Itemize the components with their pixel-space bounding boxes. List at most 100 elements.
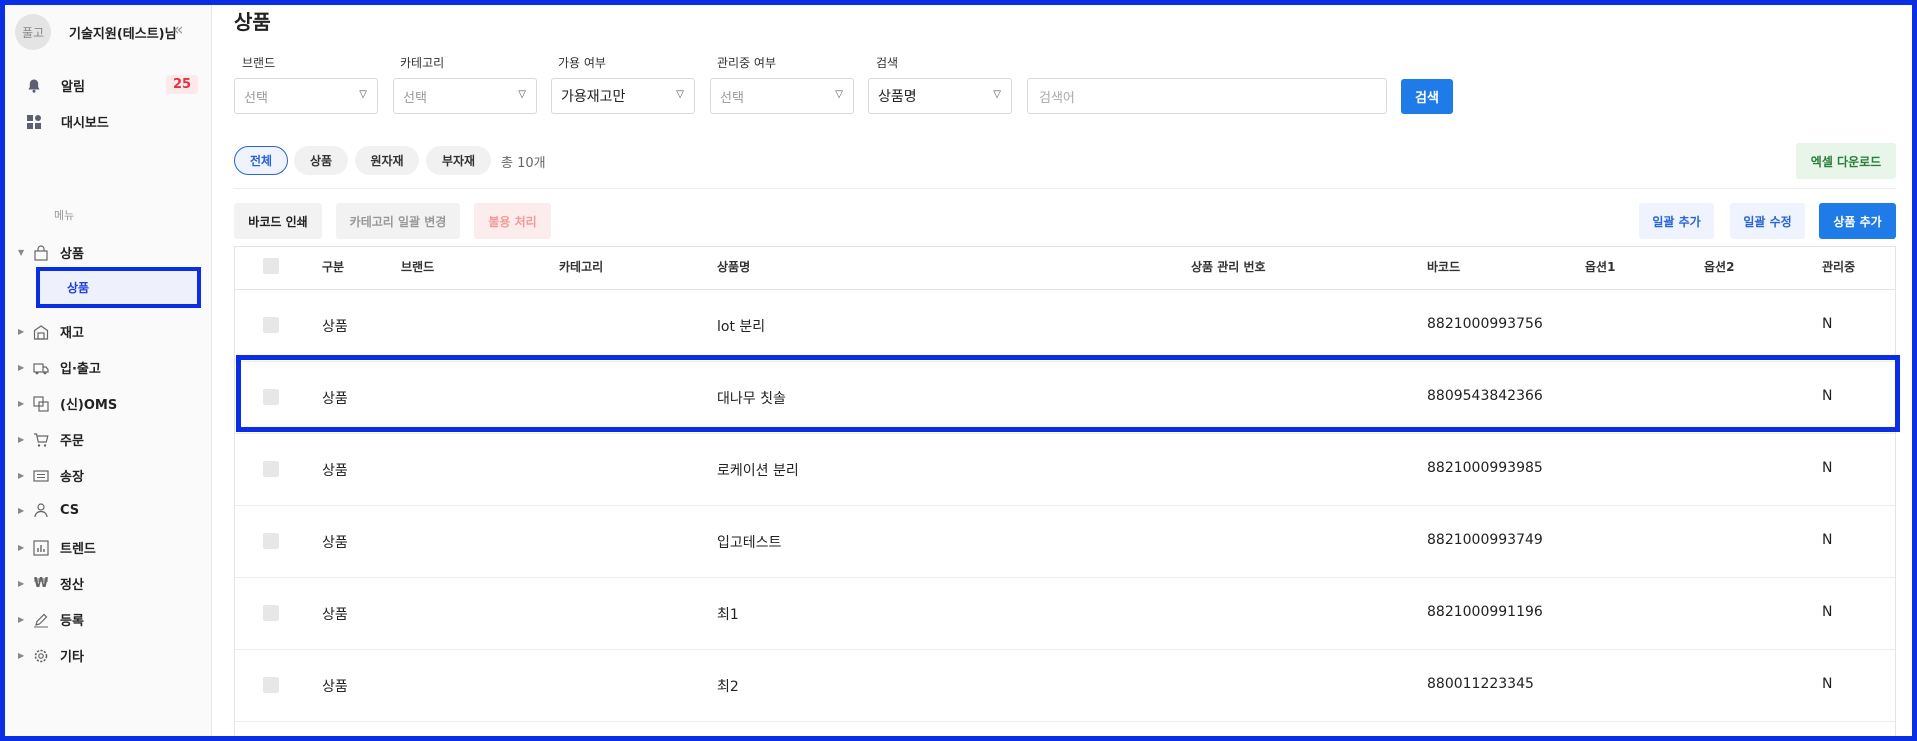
caret-right-icon: ▶	[18, 435, 25, 444]
cell-name: lot 분리	[717, 319, 766, 335]
sidebar-item-oms[interactable]: ▶ (신)OMS	[18, 394, 117, 413]
row-checkbox[interactable]	[263, 533, 279, 549]
cell-barcode: 880011223345	[1427, 676, 1534, 692]
col-header-category[interactable]: 카테고리	[559, 258, 603, 275]
sidebar-item-register[interactable]: ▶ 등록	[18, 610, 84, 629]
sidebar-item-inout[interactable]: ▶ 입·출고	[18, 358, 101, 377]
sidebar-item-dashboard[interactable]: 대시보드	[25, 112, 109, 131]
cell-managed: N	[1822, 532, 1833, 548]
dashboard-icon	[25, 113, 43, 131]
search-field-select[interactable]: 상품명 ▽	[868, 78, 1012, 114]
category-select[interactable]: 선택 ▽	[393, 78, 537, 114]
cart-icon	[32, 432, 50, 448]
cell-managed: N	[1822, 604, 1833, 620]
chip-all[interactable]: 전체	[234, 146, 288, 175]
cell-type: 상품	[322, 535, 348, 551]
sidebar-item-alerts[interactable]: 알림	[25, 76, 85, 95]
defect-button[interactable]: 불용 처리	[474, 203, 551, 239]
col-header-type[interactable]: 구분	[322, 258, 344, 275]
table-row[interactable]: 상품 최1 8821000991196 N	[235, 578, 1895, 650]
sidebar-item-orders[interactable]: ▶ 주문	[18, 430, 84, 449]
col-header-brand[interactable]: 브랜드	[401, 258, 434, 275]
caret-right-icon: ▶	[18, 505, 25, 515]
sidebar-item-label: 정산	[60, 578, 84, 593]
excel-download-button[interactable]: 엑셀 다운로드	[1796, 143, 1896, 179]
chip-product[interactable]: 상품	[294, 146, 348, 175]
col-header-code[interactable]: 상품 관리 번호	[1191, 258, 1266, 275]
col-header-barcode[interactable]: 바코드	[1427, 258, 1460, 275]
sidebar-item-label: 송장	[60, 470, 84, 485]
table-row[interactable]: 상품 최2 880011223345 N	[235, 650, 1895, 722]
cell-name: 로케이션 분리	[717, 463, 799, 479]
row-checkbox[interactable]	[263, 461, 279, 477]
chip-raw-material[interactable]: 원자재	[355, 146, 419, 175]
sidebar-item-cs[interactable]: ▶ CS	[18, 502, 79, 518]
sidebar-item-etc[interactable]: ▶ 기타	[18, 646, 84, 665]
search-input[interactable]: 검색어	[1027, 78, 1387, 114]
category-bulk-change-button[interactable]: 카테고리 일괄 변경	[336, 203, 460, 239]
chip-sub-material[interactable]: 부자재	[426, 146, 491, 175]
chevron-down-icon: ▽	[359, 89, 367, 100]
barcode-print-button[interactable]: 바코드 인쇄	[234, 203, 322, 239]
row-checkbox[interactable]	[263, 317, 279, 333]
caret-down-icon: ▼	[18, 248, 25, 257]
select-all-checkbox[interactable]	[263, 258, 279, 274]
brand-filter-label: 브랜드	[242, 56, 276, 70]
bulk-edit-button[interactable]: 일괄 수정	[1730, 203, 1805, 239]
table-row[interactable]: 상품 로케이션 분리 8821000993985 N	[235, 434, 1895, 506]
col-header-option2[interactable]: 옵션2	[1704, 258, 1734, 275]
avatar[interactable]: 풀고	[15, 14, 51, 50]
search-button[interactable]: 검색	[1401, 79, 1453, 114]
availability-select[interactable]: 가용재고만 ▽	[551, 78, 695, 114]
sidebar-item-label: CS	[60, 502, 80, 518]
availability-select-value: 가용재고만	[561, 89, 626, 105]
sidebar-item-products[interactable]: ▼ 상품	[18, 243, 84, 262]
category-filter-label: 카테고리	[400, 56, 445, 70]
collapse-sidebar-icon[interactable]: ‹‹	[173, 20, 183, 40]
cell-type: 상품	[322, 679, 348, 695]
table-row[interactable]: 상품 lot 분리 8821000993756 N	[235, 290, 1895, 362]
sidebar-item-trend[interactable]: ▶ 트렌드	[18, 538, 96, 557]
cell-barcode: 8821000993985	[1427, 460, 1543, 476]
sidebar-item-settlement[interactable]: ▶ ₩ 정산	[18, 574, 84, 593]
sidebar-item-inventory[interactable]: ▶ 재고	[18, 322, 84, 341]
chevron-down-icon: ▽	[993, 89, 1001, 100]
sidebar-item-label: 등록	[60, 614, 84, 629]
availability-filter-label: 가용 여부	[558, 56, 606, 70]
caret-right-icon: ▶	[18, 399, 25, 408]
sidebar-item-label: 입·출고	[60, 362, 101, 377]
sidebar-subitem-products[interactable]: 상품	[36, 267, 201, 308]
sidebar-item-label: 기타	[60, 650, 84, 665]
cell-managed: N	[1822, 676, 1833, 692]
brand-select[interactable]: 선택 ▽	[234, 78, 378, 114]
sidebar-item-label: 재고	[60, 326, 84, 341]
caret-right-icon: ▶	[18, 363, 25, 372]
sidebar-item-label: 대시보드	[61, 116, 109, 131]
managed-select[interactable]: 선택 ▽	[710, 78, 854, 114]
user-name[interactable]: 기술지원(테스트)님	[69, 23, 177, 42]
warehouse-icon	[32, 324, 50, 340]
cell-barcode: 8821000993749	[1427, 532, 1543, 548]
chevron-down-icon: ▽	[835, 89, 843, 100]
sidebar-item-label: 알림	[61, 80, 85, 95]
col-header-option1[interactable]: 옵션1	[1585, 258, 1615, 275]
row-checkbox[interactable]	[263, 677, 279, 693]
table-row[interactable]: 상품 입고테스트 8821000993749 N	[235, 506, 1895, 578]
col-header-managed[interactable]: 관리중	[1822, 258, 1855, 275]
add-product-button[interactable]: 상품 추가	[1819, 203, 1896, 239]
search-field-value: 상품명	[878, 89, 917, 105]
bulk-add-button[interactable]: 일괄 추가	[1639, 203, 1714, 239]
cell-type: 상품	[322, 319, 348, 335]
sidebar-item-invoice[interactable]: ▶ 송장	[18, 466, 84, 485]
menu-section-title: 메뉴	[54, 209, 75, 222]
chevron-down-icon: ▽	[676, 89, 684, 100]
bell-icon	[25, 77, 43, 95]
chart-icon	[32, 539, 50, 556]
cell-managed: N	[1822, 316, 1833, 332]
row-checkbox[interactable]	[263, 605, 279, 621]
sidebar-item-label: 트렌드	[60, 542, 96, 557]
category-select-value: 선택	[403, 90, 427, 106]
col-header-name[interactable]: 상품명	[717, 258, 750, 275]
alert-count-badge: 25	[166, 75, 199, 94]
sidebar: 풀고 기술지원(테스트)님 ‹‹ 알림 25 대시보드 메뉴 ▼ 상품 상품 ▶…	[0, 0, 212, 741]
